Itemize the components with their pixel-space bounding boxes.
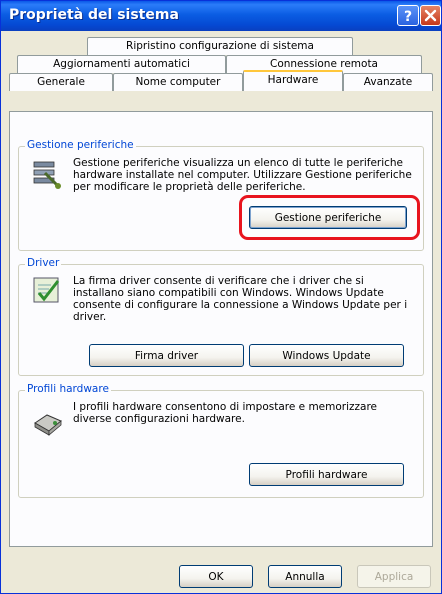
window-title: Proprietà del sistema xyxy=(9,7,179,23)
driver-signing-button[interactable]: Firma driver xyxy=(89,344,244,367)
hardware-profiles-button[interactable]: Profili hardware xyxy=(249,463,404,486)
tab-automatic-updates[interactable]: Aggiornamenti automatici xyxy=(17,55,226,73)
hardware-profile-icon xyxy=(34,414,62,436)
hardware-profiles-description: I profili hardware consentono di imposta… xyxy=(73,401,378,425)
system-properties-window: Proprietà del sistema ? Ripristino confi… xyxy=(0,0,442,594)
device-manager-button[interactable]: Gestione periferiche xyxy=(249,206,407,229)
svg-text:?: ? xyxy=(404,9,412,25)
device-manager-group: Gestione periferiche Gestione periferich… xyxy=(18,139,424,251)
title-bar[interactable]: Proprietà del sistema ? xyxy=(1,1,441,31)
cancel-button[interactable]: Annulla xyxy=(268,565,342,588)
close-icon xyxy=(424,9,437,22)
tab-general[interactable]: Generale xyxy=(9,73,113,91)
tab-hardware[interactable]: Hardware xyxy=(243,70,343,91)
tab-advanced[interactable]: Avanzate xyxy=(343,73,433,91)
device-manager-group-label: Gestione periferiche xyxy=(25,139,136,151)
device-manager-description: Gestione periferiche visualizza un elenc… xyxy=(73,157,412,193)
tab-strip: Ripristino configurazione di sistema Agg… xyxy=(9,37,433,112)
tab-system-restore[interactable]: Ripristino configurazione di sistema xyxy=(87,37,353,55)
close-button[interactable] xyxy=(420,5,441,26)
device-manager-icon xyxy=(33,161,61,189)
windows-update-button[interactable]: Windows Update xyxy=(249,344,404,367)
driver-signing-icon xyxy=(33,277,60,303)
apply-button[interactable]: Applica xyxy=(357,565,431,588)
hardware-profiles-group-label: Profili hardware xyxy=(25,383,111,395)
help-button[interactable]: ? xyxy=(397,5,419,26)
driver-description: La firma driver consente di verificare c… xyxy=(73,275,408,323)
driver-group-label: Driver xyxy=(25,257,62,269)
help-icon: ? xyxy=(404,9,412,25)
tab-computer-name[interactable]: Nome computer xyxy=(113,73,243,91)
ok-button[interactable]: OK xyxy=(179,565,253,588)
